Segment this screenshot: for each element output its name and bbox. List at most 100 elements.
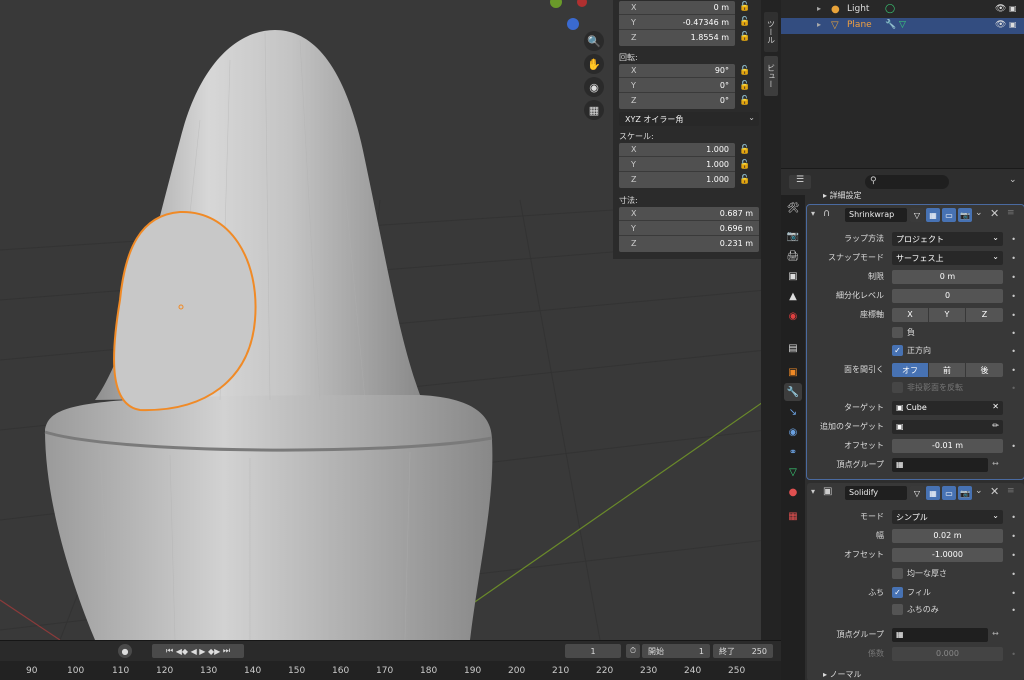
modifier-name-field[interactable]: Solidify — [845, 486, 907, 500]
keyframe-dot-icon[interactable]: • — [1011, 366, 1016, 375]
scale-x-field[interactable]: X 1.000 — [619, 143, 735, 157]
expand-arrow-icon[interactable]: ▸ — [817, 20, 821, 29]
modifier-name-field[interactable]: Shrinkwrap — [845, 208, 907, 222]
mode-dropdown[interactable]: シンプル ⌄ — [892, 510, 1003, 524]
positive-checkbox[interactable]: ✓ — [892, 345, 903, 356]
render-display-icon[interactable]: 📷 — [958, 208, 972, 222]
lock-icon[interactable]: 🔓 — [739, 66, 750, 76]
drag-handle-icon[interactable]: ≡ — [1007, 486, 1015, 496]
edit-cage-icon[interactable]: ▽ — [910, 208, 924, 222]
axis-y-toggle[interactable]: Y — [929, 308, 965, 322]
modifier-tab-icon[interactable]: 🔧 — [784, 383, 802, 401]
keyframe-dot-icon[interactable]: • — [1011, 292, 1016, 301]
location-z-field[interactable]: Z 1.8554 m — [619, 31, 735, 45]
advanced-section[interactable]: ▸ 詳細設定 — [823, 190, 862, 201]
chevron-down-icon[interactable]: ⌄ — [975, 208, 983, 218]
keyframe-dot-icon[interactable]: • — [1011, 570, 1016, 579]
keyframe-dot-icon[interactable]: • — [1011, 329, 1016, 338]
physics-tab-icon[interactable]: ◉ — [784, 423, 802, 441]
camera-icon[interactable]: ◉ — [584, 77, 604, 97]
scale-z-field[interactable]: Z 1.000 — [619, 173, 735, 187]
solidify-vgroup-field[interactable]: ▦ — [892, 628, 988, 642]
invert-arrows-icon[interactable]: ↔ — [992, 629, 999, 638]
eyedropper-icon[interactable]: ✏ — [992, 421, 999, 430]
invert-cull-checkbox[interactable] — [892, 382, 903, 393]
cull-back-toggle[interactable]: 後 — [966, 363, 1003, 377]
render-tab-icon[interactable]: 📷 — [784, 227, 802, 245]
fill-rim-checkbox[interactable]: ✓ — [892, 587, 903, 598]
dimension-x-field[interactable]: X 0.687 m — [619, 207, 759, 221]
material-tab-icon[interactable]: ● — [784, 483, 802, 501]
tab-tool[interactable]: ツール — [764, 12, 778, 52]
keyframe-dot-icon[interactable]: • — [1011, 347, 1016, 356]
current-frame-field[interactable]: 1 — [565, 644, 621, 658]
rotation-y-field[interactable]: Y 0° — [619, 79, 735, 93]
even-thickness-checkbox[interactable] — [892, 568, 903, 579]
location-x-field[interactable]: X0 m — [619, 1, 735, 15]
edit-cage-icon[interactable]: ▽ — [910, 486, 924, 500]
collapse-arrow-icon[interactable]: ▾ — [811, 209, 815, 218]
edit-mode-icon[interactable]: ▦ — [926, 486, 940, 500]
dimension-y-field[interactable]: Y 0.696 m — [619, 222, 759, 236]
collection-tab-icon[interactable]: ▤ — [784, 339, 802, 357]
data-tab-icon[interactable]: ▽ — [784, 463, 802, 481]
keyframe-dot-icon[interactable]: • — [1011, 311, 1016, 320]
chevron-down-icon[interactable]: ⌄ — [1009, 175, 1021, 189]
lock-icon[interactable]: 🔓 — [739, 175, 750, 185]
next-key-icon[interactable]: ◆▶ — [208, 647, 220, 656]
subdiv-field[interactable]: 0 — [892, 289, 1003, 303]
solidify-offset-field[interactable]: -1.0000 — [892, 548, 1003, 562]
dimension-z-field[interactable]: Z 0.231 m — [619, 237, 759, 251]
keyframe-dot-icon[interactable]: • — [1011, 606, 1016, 615]
outliner-row-light[interactable]: ▸ ● Light ◯ 👁 ▣ — [781, 2, 1024, 18]
stopwatch-icon[interactable]: ⏱ — [626, 644, 640, 658]
camera-render-icon[interactable]: ▣ — [1009, 4, 1017, 13]
jump-start-icon[interactable]: ⏮ — [166, 646, 173, 656]
world-tab-icon[interactable]: ◉ — [784, 307, 802, 325]
editor-type-icon[interactable]: ☰ — [789, 175, 811, 189]
tab-view[interactable]: ビュー — [764, 56, 778, 96]
keyframe-dot-icon[interactable]: • — [1011, 532, 1016, 541]
viewport-display-icon[interactable]: ▭ — [942, 208, 956, 222]
rotation-mode-dropdown[interactable]: XYZ オイラー角 ⌄ — [619, 112, 759, 126]
lock-icon[interactable]: 🔓 — [739, 160, 750, 170]
lock-icon[interactable]: 🔓 — [739, 17, 750, 27]
invert-arrows-icon[interactable]: ↔ — [992, 459, 999, 468]
lock-icon[interactable]: 🔓 — [739, 96, 750, 106]
camera-render-icon[interactable]: ▣ — [1009, 20, 1017, 29]
outliner-row-plane[interactable]: ▸ ▽ Plane 🔧 ▽ 👁 ▣ — [781, 18, 1024, 34]
lock-icon[interactable]: 🔓 — [739, 2, 750, 12]
eye-icon[interactable]: 👁 — [995, 4, 1006, 14]
lock-icon[interactable]: 🔓 — [739, 32, 750, 42]
chevron-down-icon[interactable]: ⌄ — [975, 486, 983, 496]
record-icon[interactable]: ● — [118, 644, 132, 658]
grid-icon[interactable]: ▦ — [584, 100, 604, 120]
jump-end-icon[interactable]: ⏭ — [223, 646, 230, 656]
close-icon[interactable]: ✕ — [990, 207, 999, 220]
hand-icon[interactable]: ✋ — [584, 54, 604, 74]
limit-field[interactable]: 0 m — [892, 270, 1003, 284]
start-frame-field[interactable]: 開始 1 — [642, 644, 710, 658]
lock-icon[interactable]: 🔓 — [739, 81, 750, 91]
rim-only-checkbox[interactable] — [892, 604, 903, 615]
search-input[interactable]: ⚲ — [865, 175, 949, 189]
keyframe-dot-icon[interactable]: • — [1011, 650, 1016, 659]
rotation-x-field[interactable]: X 90° — [619, 64, 735, 78]
vertex-group-field[interactable]: ▦ — [892, 458, 988, 472]
thickness-field[interactable]: 0.02 m — [892, 529, 1003, 543]
rotation-z-field[interactable]: Z 0° — [619, 94, 735, 108]
clear-icon[interactable]: ✕ — [992, 402, 999, 411]
viewport-display-icon[interactable]: ▭ — [942, 486, 956, 500]
prev-key-icon[interactable]: ◀◆ — [176, 647, 188, 656]
particles-tab-icon[interactable]: ↘ — [784, 403, 802, 421]
keyframe-dot-icon[interactable]: • — [1011, 273, 1016, 282]
normals-section[interactable]: ▸ ノーマル — [823, 669, 862, 680]
collapse-arrow-icon[interactable]: ▾ — [811, 487, 815, 496]
tool-tab-icon[interactable]: 🛠 — [784, 199, 802, 217]
axis-x-toggle[interactable]: X — [892, 308, 928, 322]
close-icon[interactable]: ✕ — [990, 485, 999, 498]
play-reverse-icon[interactable]: ◀ — [191, 647, 197, 656]
zoom-icon[interactable]: 🔍 — [584, 31, 604, 51]
keyframe-dot-icon[interactable]: • — [1011, 551, 1016, 560]
factor-field[interactable]: 0.000 — [892, 647, 1003, 661]
